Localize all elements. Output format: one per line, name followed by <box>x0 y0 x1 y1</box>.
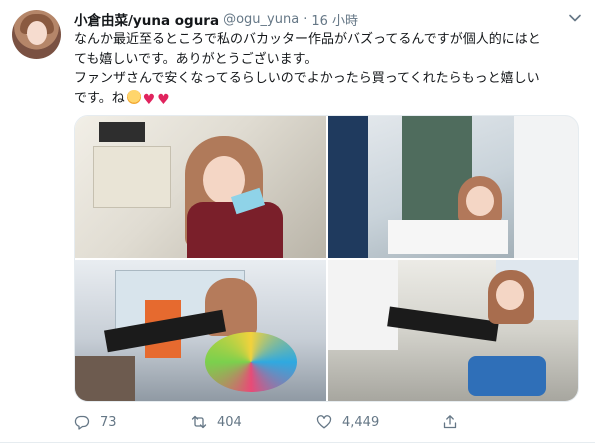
tweet-text-line: なんか最近至るところで私のバカッター作品がバズってるんですが個人的にはと <box>74 32 541 47</box>
photo-2[interactable] <box>328 116 578 258</box>
display-name[interactable]: 小倉由菜/yuna ogura <box>74 9 219 29</box>
photo-1[interactable] <box>75 116 326 258</box>
photo-colorful-hat <box>205 332 297 392</box>
photo-freezer <box>388 220 508 254</box>
tweet-text-line: ても嬉しいです。ありがとうございます。 <box>74 51 318 67</box>
share-icon <box>443 415 457 429</box>
retweet-icon <box>191 415 207 429</box>
timestamp[interactable]: 16 小時 <box>311 10 358 29</box>
avatar-face <box>27 21 47 45</box>
tweet-text-line-last: です。ね ♥ ♥ <box>74 89 586 111</box>
photo-person-left <box>328 116 368 258</box>
reply-button[interactable]: 73 <box>74 412 117 432</box>
tweet-text-line: ファンザさんで安くなってるらしいのでよかったら買ってくれたらもっと嬉しい <box>74 71 540 86</box>
photo-shelf <box>514 116 578 258</box>
like-icon <box>316 415 332 429</box>
like-button[interactable]: 4,449 <box>316 412 379 432</box>
photo-snack-bag <box>468 356 546 396</box>
tweet-header: 小倉由菜/yuna ogura @ogu_yuna · 16 小時 <box>74 9 358 30</box>
photo-4[interactable] <box>328 260 578 401</box>
red-heart-icon: ♥ <box>142 91 156 108</box>
share-button[interactable] <box>442 412 468 432</box>
photo-3[interactable] <box>75 260 326 401</box>
like-count: 4,449 <box>342 414 380 430</box>
tweet[interactable]: 小倉由菜/yuna ogura @ogu_yuna · 16 小時 なんか最近至… <box>0 0 595 443</box>
retweet-button[interactable]: 404 <box>191 412 242 432</box>
retweet-count: 404 <box>217 414 242 430</box>
reply-count: 73 <box>100 414 117 430</box>
red-heart-icon: ♥ <box>157 91 170 108</box>
user-handle[interactable]: @ogu_yuna <box>223 12 299 27</box>
tweet-text: なんか最近至るところで私のバカッター作品がバズってるんですが個人的にはと ても嬉… <box>74 30 586 110</box>
photo-hand <box>75 356 135 401</box>
photo-person-face <box>496 280 524 310</box>
tweet-text-line: です。ね <box>74 90 125 106</box>
photo-person-face <box>466 186 494 216</box>
avatar[interactable] <box>12 10 61 59</box>
tweet-actions: 73 404 4,449 <box>74 412 579 432</box>
kissing-face-icon <box>126 89 141 104</box>
photo-register-screen <box>99 122 145 142</box>
photo-cash-register <box>93 146 171 208</box>
separator-dot: · <box>303 11 308 27</box>
photo-legs <box>387 306 499 342</box>
reply-icon <box>74 415 90 430</box>
photo-person-white-shirt <box>328 260 398 350</box>
media-grid <box>74 115 579 402</box>
chevron-down-icon[interactable] <box>568 11 582 25</box>
